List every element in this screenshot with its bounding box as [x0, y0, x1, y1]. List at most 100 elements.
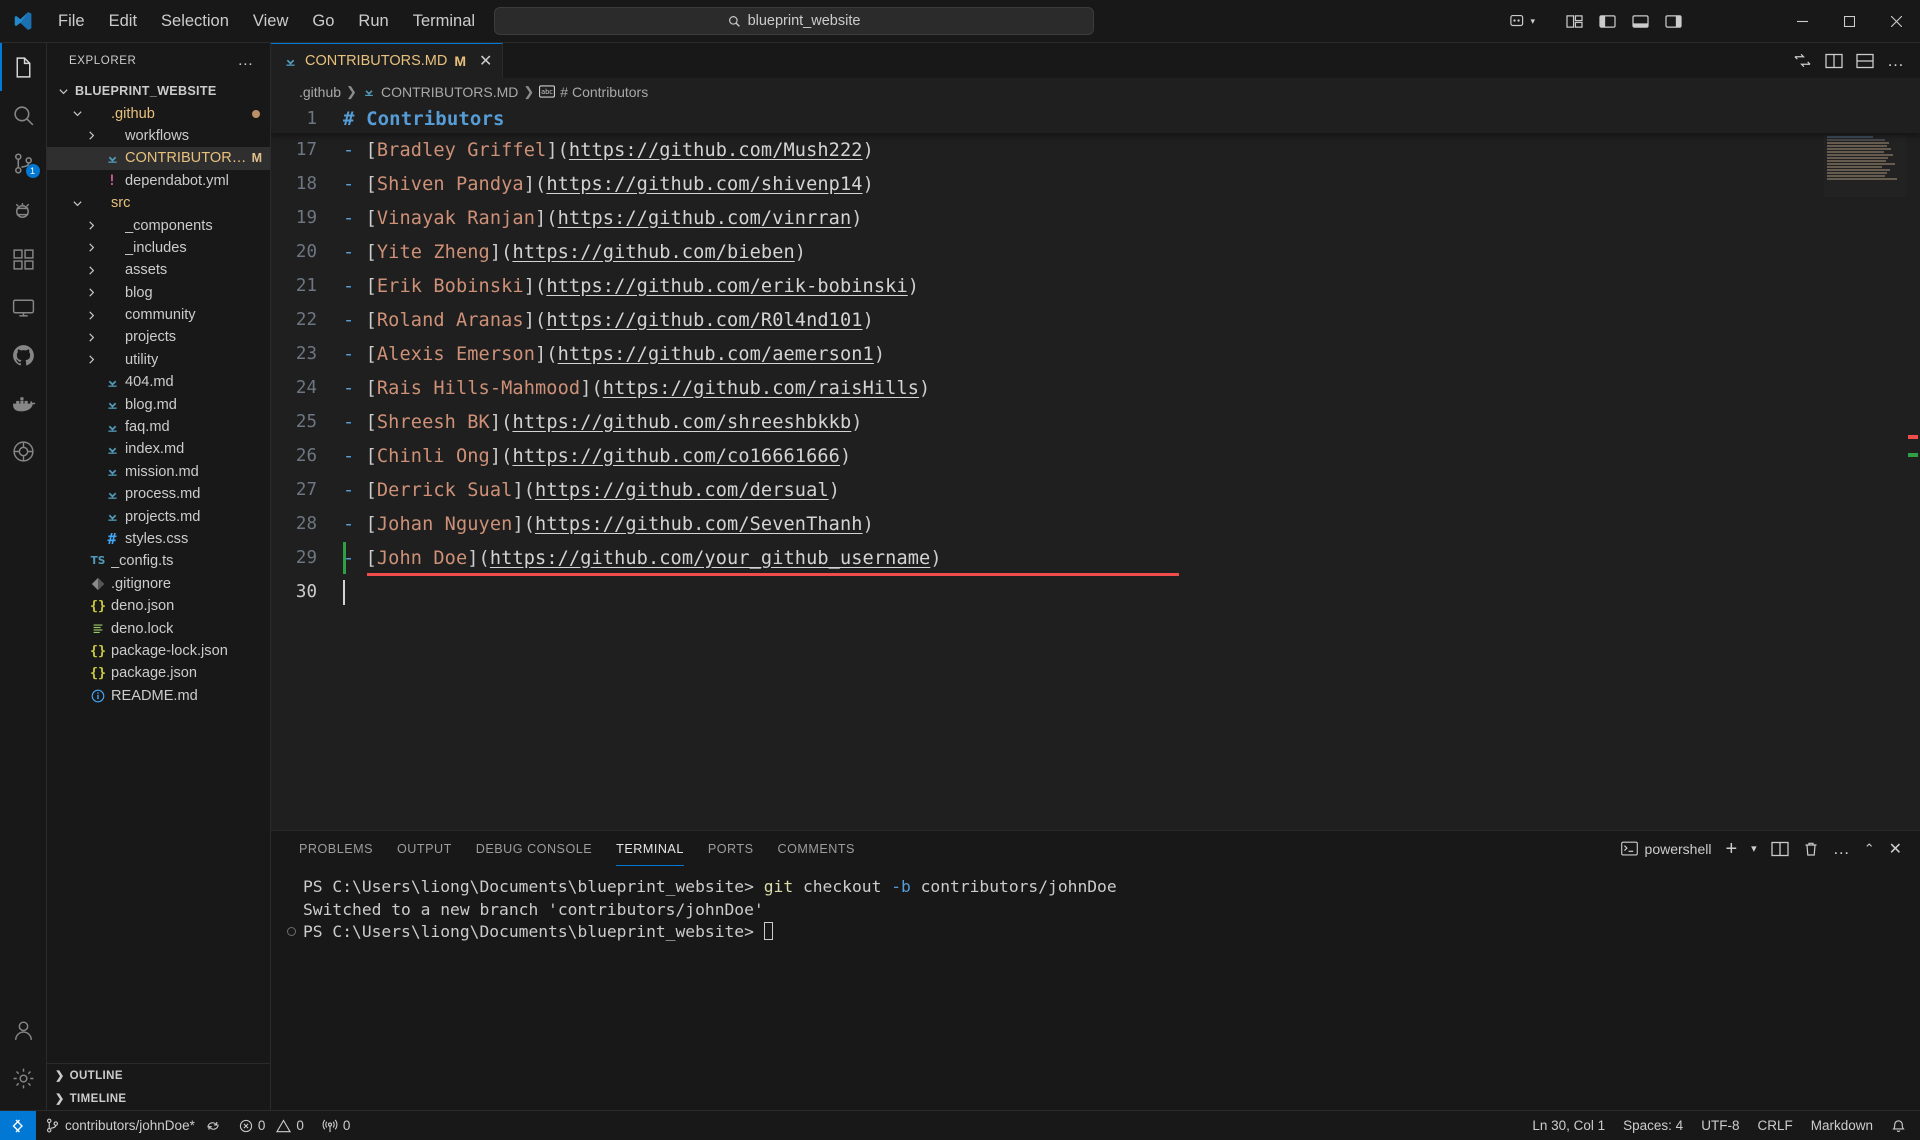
code-line[interactable]: 17 - [Bradley Griffel](https://github.com… [271, 133, 1920, 167]
editor-more-actions-icon[interactable]: … [1887, 51, 1904, 71]
menu-go[interactable]: Go [300, 8, 346, 35]
split-terminal-icon[interactable] [1771, 841, 1789, 857]
code-line[interactable]: 18 - [Shiven Pandya](https://github.com/s… [271, 167, 1920, 201]
status-ports[interactable]: 0 [313, 1111, 360, 1140]
remote-window-indicator[interactable] [0, 1110, 36, 1140]
close-button[interactable] [1873, 0, 1920, 43]
status-language-mode[interactable]: Markdown [1802, 1111, 1882, 1140]
tree-item-workflows[interactable]: workflows [47, 125, 270, 147]
status-branch[interactable]: contributors/johnDoe* [36, 1111, 230, 1140]
sticky-scroll-line[interactable]: 1 # Contributors [271, 105, 1920, 133]
activity-docker[interactable] [0, 379, 47, 427]
link-url[interactable]: https://github.com/Mush222 [569, 140, 863, 161]
tab-debug-console[interactable]: DEBUG CONSOLE [464, 831, 604, 866]
tree-item-community[interactable]: community [47, 304, 270, 326]
tree-item-blueprint-website[interactable]: BLUEPRINT_WEBSITE [47, 80, 270, 102]
tree-item-contributor[interactable]: CONTRIBUTOR… M [47, 147, 270, 170]
breadcrumb-symbol[interactable]: abc # Contributors [539, 84, 648, 100]
command-center-search[interactable]: blueprint_website [494, 7, 1094, 35]
editor-content[interactable]: 1 # Contributors 17- [Bradley Griffel](h… [271, 105, 1920, 830]
maximize-button[interactable] [1826, 0, 1873, 43]
tree-item-blog[interactable]: blog [47, 282, 270, 304]
activity-accounts[interactable] [0, 1006, 47, 1054]
tree-item-package-lock-json[interactable]: {} package-lock.json [47, 640, 270, 662]
tree-item-gitignore[interactable]: .gitignore [47, 573, 270, 595]
breadcrumb-folder[interactable]: .github [299, 84, 341, 100]
code-line[interactable]: 30 [271, 575, 1920, 609]
code-line[interactable]: 20 - [Yite Zheng](https://github.com/bieb… [271, 235, 1920, 269]
tree-item-deno-lock[interactable]: deno.lock [47, 617, 270, 639]
tree-item-includes[interactable]: _includes [47, 237, 270, 259]
editor-actions-badge[interactable]: ▾ [1510, 13, 1535, 29]
code-line[interactable]: 19 - [Vinayak Ranjan](https://github.com/… [271, 201, 1920, 235]
timeline-section[interactable]: ❯ TIMELINE [47, 1087, 270, 1110]
tree-item-index-md[interactable]: index.md [47, 438, 270, 460]
tree-item-utility[interactable]: utility [47, 349, 270, 371]
code-line[interactable]: 23 - [Alexis Emerson](https://github.com/… [271, 337, 1920, 371]
menu-selection[interactable]: Selection [149, 8, 241, 35]
code-line[interactable]: 24 - [Rais Hills-Mahmood](https://github.… [271, 371, 1920, 405]
activity-manage-settings[interactable] [0, 1054, 47, 1102]
link-url[interactable]: https://github.com/erik-bobinski [546, 276, 907, 297]
explorer-more-actions-icon[interactable]: … [237, 52, 260, 70]
tab-close-icon[interactable]: ✕ [479, 51, 492, 71]
tree-item-projects[interactable]: projects [47, 326, 270, 348]
link-url[interactable]: https://github.com/raisHills [603, 378, 919, 399]
activity-source-control[interactable]: 1 [0, 139, 47, 187]
link-url[interactable]: https://github.com/shreeshbkkb [512, 412, 851, 433]
toggle-primary-sidebar-icon[interactable] [1593, 10, 1622, 33]
tree-item-404-md[interactable]: 404.md [47, 371, 270, 393]
link-url[interactable]: https://github.com/vinrran [558, 208, 852, 229]
code-line[interactable]: 25 - [Shreesh BK](https://github.com/shre… [271, 405, 1920, 439]
link-url[interactable]: https://github.com/SevenThanh [535, 514, 863, 535]
status-indentation[interactable]: Spaces: 4 [1614, 1111, 1692, 1140]
link-url[interactable]: https://github.com/R0l4nd101 [546, 310, 862, 331]
activity-remote-explorer[interactable] [0, 283, 47, 331]
open-changes-icon[interactable] [1793, 52, 1812, 69]
toggle-panel-icon[interactable] [1626, 10, 1655, 33]
breadcrumb-file[interactable]: CONTRIBUTORS.MD [362, 84, 518, 100]
notifications-bell-icon[interactable] [1882, 1111, 1920, 1140]
activity-search[interactable] [0, 91, 47, 139]
terminal-profile-chevron-down-icon[interactable]: ▾ [1751, 842, 1757, 855]
tree-item-blog-md[interactable]: blog.md [47, 393, 270, 415]
link-url[interactable]: https://github.com/shivenp14 [546, 174, 862, 195]
activity-github[interactable] [0, 331, 47, 379]
tab-contributors-md[interactable]: CONTRIBUTORS.MD M ✕ [271, 43, 504, 78]
new-terminal-icon[interactable]: + [1725, 839, 1737, 859]
outline-section[interactable]: ❯ OUTLINE [47, 1064, 270, 1087]
activity-explorer[interactable] [0, 43, 47, 91]
close-panel-icon[interactable]: ✕ [1889, 839, 1902, 859]
tab-terminal[interactable]: TERMINAL [604, 831, 696, 866]
tree-item-faq-md[interactable]: faq.md [47, 416, 270, 438]
link-url[interactable]: https://github.com/your_github_username [490, 548, 930, 569]
link-url[interactable]: https://github.com/aemerson1 [558, 344, 874, 365]
maximize-panel-chevron-up-icon[interactable]: ⌃ [1864, 841, 1875, 857]
tree-item-projects-md[interactable]: projects.md [47, 505, 270, 527]
status-cursor-position[interactable]: Ln 30, Col 1 [1523, 1111, 1614, 1140]
activity-extensions[interactable] [0, 235, 47, 283]
code-line[interactable]: 28 - [Johan Nguyen](https://github.com/Se… [271, 507, 1920, 541]
menu-file[interactable]: File [46, 8, 97, 35]
terminal-shell-selector[interactable]: powershell [1620, 841, 1711, 857]
kill-terminal-trash-icon[interactable] [1803, 841, 1819, 857]
tree-item-deno-json[interactable]: {} deno.json [47, 595, 270, 617]
tree-item-styles-css[interactable]: # styles.css [47, 528, 270, 550]
tree-item-readme-md[interactable]: README.md [47, 685, 270, 707]
status-eol[interactable]: CRLF [1748, 1111, 1801, 1140]
link-url[interactable]: https://github.com/dersual [535, 480, 829, 501]
menu-view[interactable]: View [241, 8, 300, 35]
menu-run[interactable]: Run [346, 8, 400, 35]
panel-more-actions-icon[interactable]: … [1833, 839, 1850, 859]
tree-item-github[interactable]: .github [47, 102, 270, 124]
tree-item-process-md[interactable]: process.md [47, 483, 270, 505]
split-editor-down-icon[interactable] [1856, 53, 1874, 69]
link-url[interactable]: https://github.com/co16661666 [512, 446, 840, 467]
tree-item-config-ts[interactable]: TS _config.ts [47, 550, 270, 572]
code-line[interactable]: 29 - [John Doe](https://github.com/your_g… [271, 541, 1920, 576]
status-encoding[interactable]: UTF-8 [1692, 1111, 1748, 1140]
tree-item-components[interactable]: _components [47, 214, 270, 236]
toggle-secondary-sidebar-icon[interactable] [1659, 10, 1688, 33]
tree-item-src[interactable]: src [47, 192, 270, 214]
status-problems[interactable]: 0 0 [230, 1111, 313, 1140]
